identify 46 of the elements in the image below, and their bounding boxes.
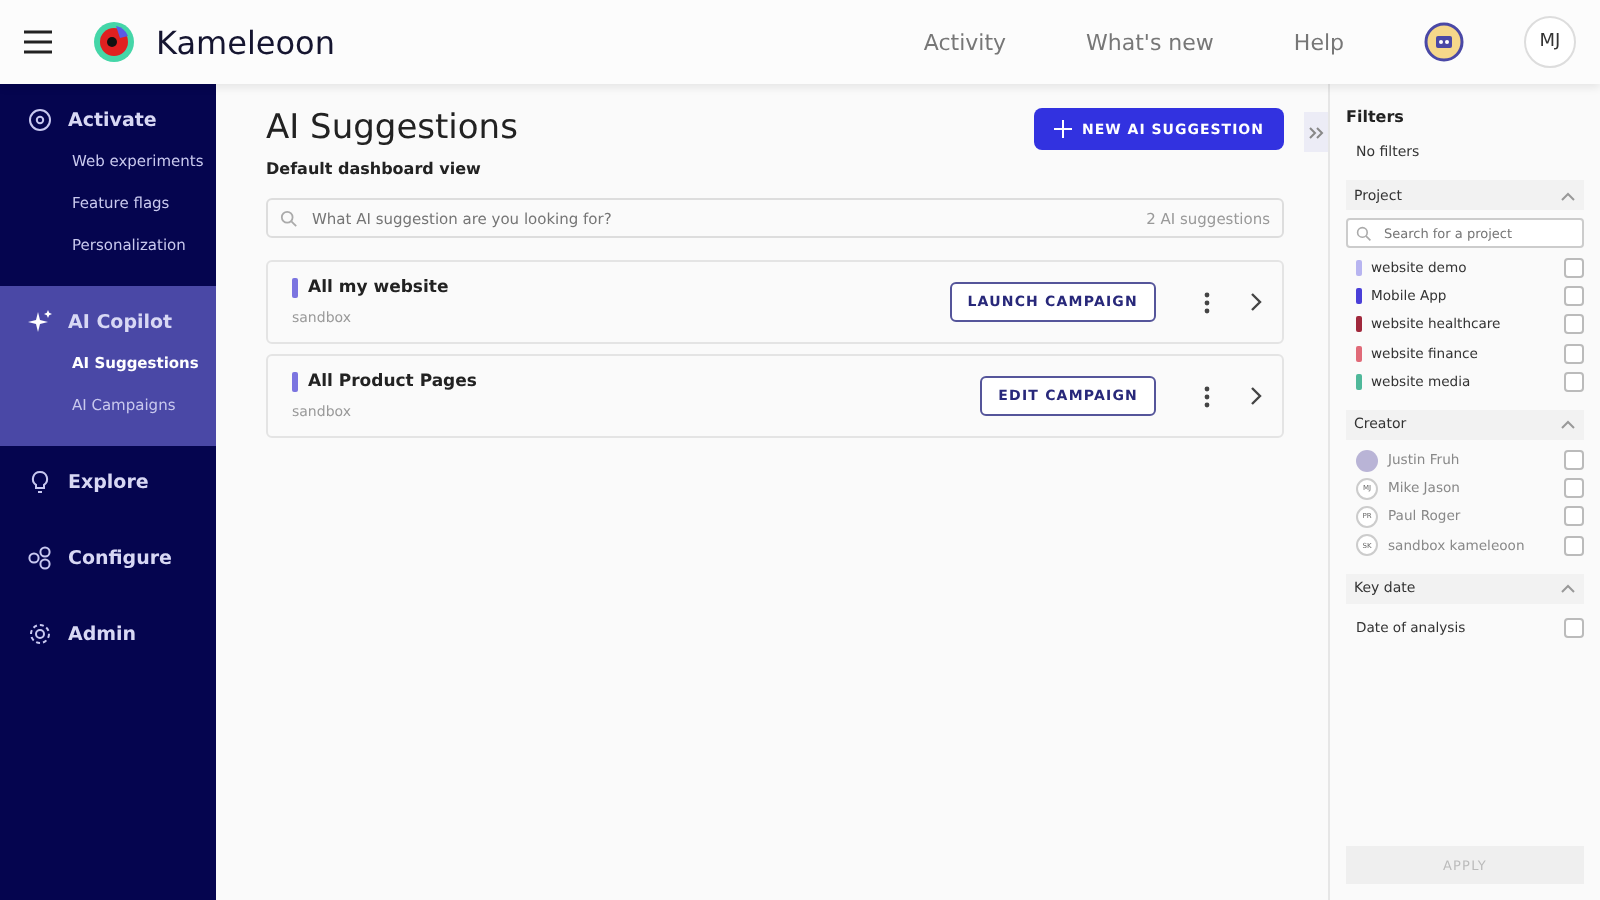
nav-item[interactable]: AI Copilot (0, 302, 216, 342)
chevron-right-icon[interactable] (1250, 292, 1262, 312)
nav-link[interactable]: Help (1293, 29, 1344, 55)
robot-icon[interactable] (1424, 22, 1464, 62)
view-name: Default dashboard view (266, 160, 483, 178)
checkbox[interactable] (1564, 617, 1584, 638)
checkbox[interactable] (1564, 286, 1584, 307)
user-avatar[interactable]: MJ (1524, 16, 1576, 68)
nav-item[interactable]: Activate (0, 100, 216, 140)
checkbox[interactable] (1564, 258, 1584, 279)
search-icon (1356, 225, 1372, 241)
filters-title: Filters (1346, 108, 1406, 126)
menu-icon[interactable] (24, 30, 52, 54)
avatar-photo-placeholder (1356, 449, 1378, 472)
nav-item[interactable]: Explore (0, 462, 216, 502)
checkbox[interactable] (1564, 478, 1584, 499)
collapse-panel-button[interactable] (1304, 112, 1328, 152)
nav-item[interactable]: Configure (0, 538, 216, 578)
double-chevron-icon (1308, 125, 1324, 139)
checkbox[interactable] (1564, 314, 1584, 335)
suggestion-name: All Product Pages (308, 372, 477, 392)
logo-icon (92, 20, 136, 64)
sparkles-icon (28, 310, 52, 334)
nav-link[interactable]: Activity (923, 29, 1007, 55)
checkbox[interactable] (1564, 371, 1584, 392)
chevron-up-icon (1560, 189, 1576, 201)
checkbox[interactable] (1564, 343, 1584, 364)
chevron-up-icon (1560, 418, 1576, 431)
logo-text: Kameleoon (156, 23, 335, 61)
search-icon (280, 209, 298, 227)
suggestion-name: All my website (308, 278, 449, 298)
chevron-up-icon (1560, 582, 1576, 595)
chevron-right-icon[interactable] (1250, 386, 1262, 406)
target-icon (28, 108, 52, 132)
nav-link[interactable]: What's new (1086, 29, 1214, 55)
settings-icon (28, 622, 52, 646)
nav-item[interactable]: Admin (0, 614, 216, 654)
checkbox[interactable] (1564, 506, 1584, 527)
more-icon[interactable] (1204, 291, 1210, 313)
circles-icon (28, 546, 52, 570)
plus-icon (1054, 120, 1072, 138)
checkbox[interactable] (1564, 535, 1584, 556)
lightbulb-icon (28, 470, 52, 494)
more-icon[interactable] (1204, 385, 1210, 407)
page-title: AI Suggestions (266, 108, 518, 148)
checkbox[interactable] (1564, 450, 1584, 471)
